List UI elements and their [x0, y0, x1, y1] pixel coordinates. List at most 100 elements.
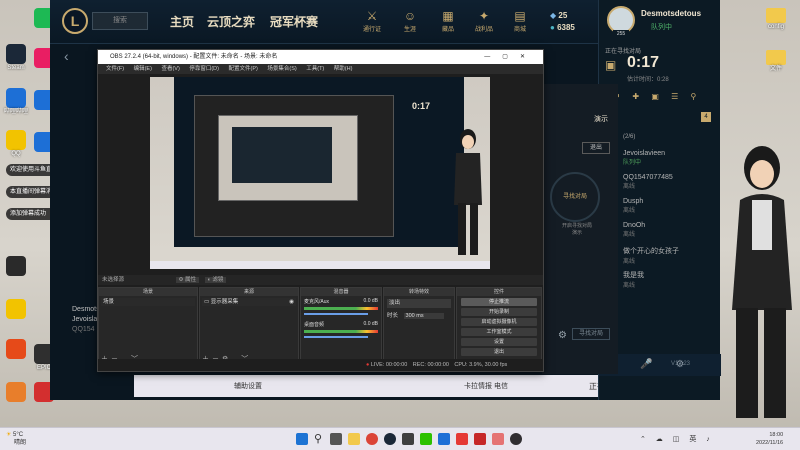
find-match-ring[interactable]: 寻找对局 — [550, 172, 600, 222]
desktop-icon[interactable] — [4, 299, 28, 320]
nav-home[interactable]: 主页 — [170, 13, 194, 30]
app-icon — [6, 256, 26, 276]
live-icon: ● — [366, 362, 370, 368]
loot-icon: ✦ — [478, 9, 490, 23]
friend-item[interactable]: Dusph 离线 — [623, 198, 643, 214]
chrome-icon[interactable] — [366, 433, 378, 445]
friend-item[interactable]: Jevoislavieen 队列中 — [623, 150, 665, 166]
menu-help[interactable]: 帮助(H) — [334, 66, 353, 72]
volume-slider[interactable] — [304, 336, 368, 338]
rp-balance: ◆ 25 — [550, 11, 568, 20]
window-controls[interactable]: —▢✕ — [484, 50, 537, 64]
desktop-icon[interactable] — [4, 339, 28, 360]
dock-header: 转场特效 — [384, 288, 454, 296]
volume-slider[interactable] — [304, 313, 368, 315]
transition-select[interactable]: 淡出 — [387, 299, 451, 308]
menu-docks[interactable]: 停靠窗口(D) — [189, 66, 219, 72]
app-icon — [6, 299, 26, 319]
friend-item[interactable]: QQ1547077485 离线 — [623, 174, 673, 190]
game-entry[interactable]: 卡拉情报 电信 — [464, 381, 508, 391]
level-badge: 255 — [613, 30, 629, 38]
app-taskbar-icon[interactable] — [474, 433, 486, 445]
desktop-icon[interactable]: Steam — [4, 44, 28, 72]
weather-widget[interactable]: ☀ 5°C 晴朗 — [6, 431, 26, 447]
app-taskbar-icon[interactable] — [402, 433, 414, 445]
topbar-loot[interactable]: ✦ 战利品 — [470, 8, 498, 33]
steam-taskbar-icon[interactable] — [384, 433, 396, 445]
rec-indicator: REC: 00:00:00 — [412, 362, 449, 368]
volume-meter — [304, 307, 378, 310]
menu-scenes[interactable]: 场景集合(S) — [267, 66, 296, 72]
virtual-camera-button[interactable]: 启动虚拟摄像机 — [461, 318, 537, 326]
lobby-title: 演示 — [594, 116, 608, 123]
assist-settings[interactable]: 辅助设置 — [234, 381, 262, 391]
find-match-button[interactable]: 寻找对局 — [572, 328, 610, 340]
desktop-icon[interactable]: 哔哩哔哩 — [4, 88, 28, 116]
app-taskbar-icon[interactable] — [456, 433, 468, 445]
app-taskbar-icon[interactable] — [438, 433, 450, 445]
stop-stream-button[interactable]: 停止推流 — [461, 298, 537, 306]
nav-tft[interactable]: 云顶之弈 — [207, 13, 255, 30]
desktop-icon[interactable] — [4, 382, 28, 403]
leave-button[interactable]: 退出 — [582, 142, 610, 154]
social-icons: ⚑ ✚ ▣ ☰ ⚲ — [613, 92, 702, 101]
friend-item[interactable]: DnoOh 离线 — [623, 222, 645, 238]
topbar-store[interactable]: ▤ 商城 — [506, 8, 534, 33]
topbar-collection[interactable]: ▦ 藏品 — [434, 8, 462, 33]
source-item[interactable]: ▭ 显示器采集 ◉ — [202, 298, 296, 306]
explorer-icon[interactable] — [348, 433, 360, 445]
desktop-icon[interactable]: QQ — [4, 130, 28, 158]
search-icon[interactable]: ⚲ — [314, 433, 326, 445]
app-taskbar-icon[interactable] — [492, 433, 504, 445]
character-wallpaper — [732, 146, 792, 418]
wechat-icon[interactable] — [420, 433, 432, 445]
exit-button[interactable]: 退出 — [461, 348, 537, 356]
mixer-channel: 麦克风/Aux 0.0 dB — [304, 298, 378, 315]
task-view-icon[interactable] — [330, 433, 342, 445]
settings-button[interactable]: 设置 — [461, 338, 537, 346]
search-input[interactable]: 搜索 — [92, 12, 148, 30]
filters-button[interactable]: ◐ 滤镜 — [204, 277, 227, 283]
start-recording-button[interactable]: 开始录制 — [461, 308, 537, 316]
topbar-pass[interactable]: ⚔ 通行证 — [358, 8, 386, 33]
monitor-icon: ▭ — [204, 299, 211, 305]
dock-header: 场景 — [99, 288, 197, 296]
no-source-label: 未选择源 — [102, 277, 125, 283]
user-status: 队列中 — [651, 24, 672, 31]
queue-timer: 0:17 — [627, 54, 660, 71]
scene-item[interactable]: 场景 — [101, 298, 195, 306]
obs-window: OBS 27.2.4 (64-bit, windows) - 配置文件: 未命名… — [97, 49, 544, 372]
menu-view[interactable]: 查看(V) — [161, 66, 179, 72]
obs-preview[interactable]: 0:17 — [150, 77, 490, 269]
nav-cup[interactable]: 冠军杯赛 — [270, 13, 318, 30]
desktop-folder[interactable]: config — [764, 6, 788, 31]
transitions-dock: 转场特效 淡出 时长 300 ms — [383, 287, 455, 367]
friend-item[interactable]: 做个开心的女孩子 离线 — [623, 246, 679, 265]
preview-taskbar — [150, 261, 490, 269]
back-arrow-icon[interactable]: ‹ — [64, 48, 69, 64]
eye-icon[interactable]: ◉ — [289, 298, 294, 306]
obs-taskbar-icon[interactable] — [510, 433, 522, 445]
menu-edit[interactable]: 编辑(E) — [134, 66, 152, 72]
source-toolbar: 未选择源 ⚙ 属性 ◐ 滤镜 — [98, 275, 543, 285]
lol-logo[interactable]: L — [62, 8, 88, 34]
friend-item[interactable]: 我是我 离线 — [623, 270, 644, 289]
desktop-icon[interactable] — [4, 256, 28, 277]
clock[interactable]: 18:00 2022/11/16 — [756, 431, 783, 447]
qq-icon — [6, 130, 26, 150]
sources-dock: 来源 ▭ 显示器采集◉ ＋－⚙︿﹀ — [199, 287, 299, 367]
studio-mode-button[interactable]: 工作室模式 — [461, 328, 537, 336]
username: Desmotsdetous — [641, 9, 702, 18]
menu-tools[interactable]: 工具(T) — [306, 66, 324, 72]
properties-button[interactable]: ⚙ 属性 — [175, 277, 200, 283]
desktop-folder[interactable]: 文件 — [764, 48, 788, 73]
duration-input[interactable]: 300 ms — [403, 313, 444, 319]
settings-icon[interactable]: ⚙ — [558, 330, 567, 341]
menu-profile[interactable]: 配置文件(P) — [228, 66, 257, 72]
system-tray[interactable]: ⌃ ☁ ◫ 英 ♪ — [640, 434, 714, 444]
menu-file[interactable]: 文件(F) — [106, 66, 124, 72]
mixer-channel: 桌面音频 0.0 dB — [304, 321, 378, 338]
start-icon[interactable] — [296, 433, 308, 445]
obs-statusbar: ● LIVE: 00:00:00 REC: 00:00:00 CPU: 3.9%… — [98, 359, 543, 371]
topbar-profile[interactable]: ☺ 生涯 — [396, 8, 424, 33]
